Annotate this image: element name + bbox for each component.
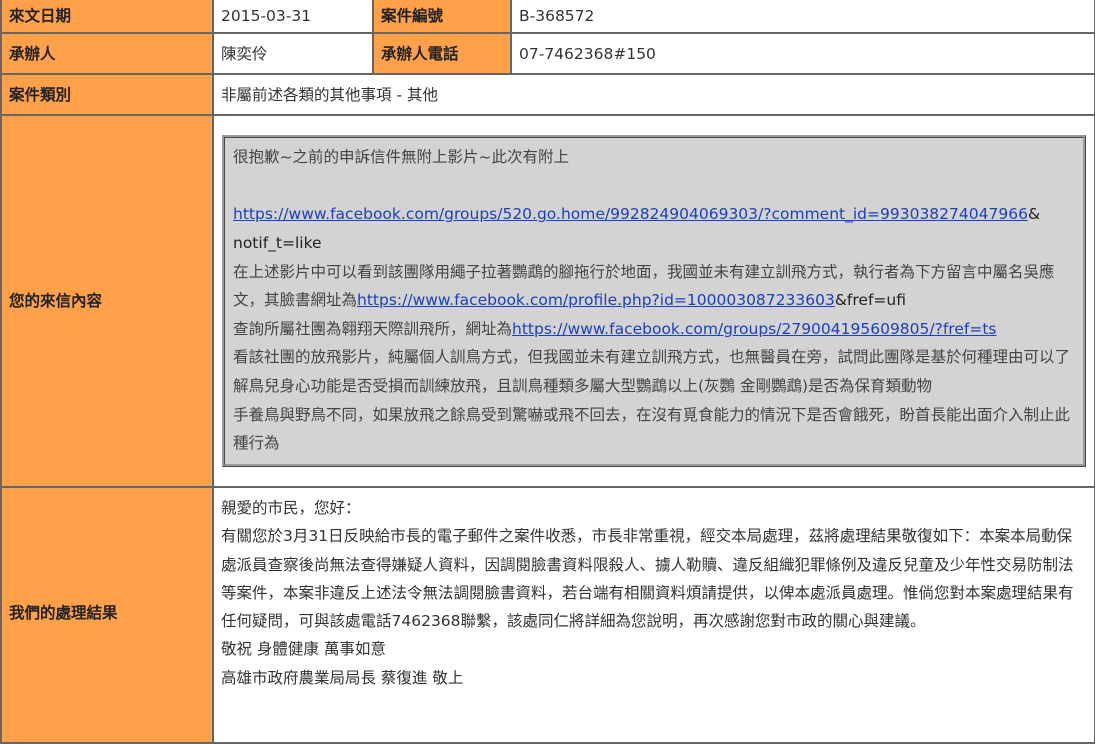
case-detail-table: 來文日期 2015-03-31 案件編號 B-368572 承辦人 陳奕伶 承辦… (0, 0, 1095, 744)
facebook-group-link[interactable]: https://www.facebook.com/groups/27900419… (512, 320, 996, 338)
case-number-value: B-368572 (512, 0, 1094, 32)
result-greeting: 親愛的市民，您好： (221, 499, 361, 517)
row-category: 案件類別 非屬前述各類的其他事項 - 其他 (2, 75, 1094, 114)
result-content: 親愛的市民，您好： 有關您於3月31日反映給市長的電子郵件之案件收悉，市長非常重… (221, 488, 1087, 692)
letter-blank-line (233, 172, 1075, 201)
date-label: 來文日期 (2, 0, 212, 32)
handler-label: 承辦人 (2, 34, 212, 73)
handler-phone-label: 承辦人電話 (374, 34, 510, 73)
result-closing: 敬祝 身體健康 萬事如意 (221, 640, 386, 659)
letter-paragraph-2: 查詢所屬社團為翱翔天際訓飛所，網址為https://www.facebook.c… (233, 315, 1075, 344)
letter-content-box: 很抱歉~之前的申訴信件無附上影片~此次有附上 https://www.faceb… (222, 135, 1086, 467)
facebook-profile-link[interactable]: https://www.facebook.com/profile.php?id=… (357, 291, 835, 309)
category-value: 非屬前述各類的其他事項 - 其他 (214, 75, 1094, 114)
row-result: 我們的處理結果 親愛的市民，您好： 有關您於3月31日反映給市長的電子郵件之案件… (2, 488, 1094, 742)
handler-phone-value: 07-7462368#150 (512, 34, 1094, 73)
row-letter: 您的來信內容 很抱歉~之前的申訴信件無附上影片~此次有附上 https://ww… (2, 116, 1094, 486)
row-date-caseno: 來文日期 2015-03-31 案件編號 B-368572 (2, 0, 1094, 32)
date-value: 2015-03-31 (214, 0, 372, 32)
link2-suffix: &fref=ufi (834, 291, 906, 310)
case-number-label: 案件編號 (374, 0, 510, 32)
letter-line-apology: 很抱歉~之前的申訴信件無附上影片~此次有附上 (233, 148, 569, 167)
result-body: 有關您於3月31日反映給市長的電子郵件之案件收悉，市長非常重視，經交本局處理，茲… (221, 527, 1074, 631)
category-label: 案件類別 (2, 75, 212, 114)
letter-label: 您的來信內容 (2, 116, 212, 486)
letter-paragraph-1: 在上述影片中可以看到該團隊用繩子拉著鸚鵡的腳拖行於地面，我國並未有建立訓飛方式，… (233, 258, 1075, 315)
result-cell: 親愛的市民，您好： 有關您於3月31日反映給市長的電子郵件之案件收悉，市長非常重… (214, 488, 1094, 742)
paragraph-2-text: 查詢所屬社團為翱翔天際訓飛所，網址為 (233, 319, 513, 338)
handler-value: 陳奕伶 (214, 34, 372, 73)
link1-suffix: & (1027, 205, 1041, 224)
facebook-video-link[interactable]: https://www.facebook.com/groups/520.go.h… (233, 205, 1028, 223)
letter-link-line: https://www.facebook.com/groups/520.go.h… (233, 200, 1075, 229)
letter-paragraph-3: 看該社團的放飛影片，純屬個人訓鳥方式，但我國並未有建立訓飛方式，也無醫員在旁，試… (233, 348, 1071, 395)
result-label: 我們的處理結果 (2, 488, 212, 742)
row-handler: 承辦人 陳奕伶 承辦人電話 07-7462368#150 (2, 34, 1094, 73)
result-signature: 高雄市政府農業局局長 蔡復進 敬上 (221, 668, 464, 687)
letter-line-notif: notif_t=like (233, 234, 322, 253)
letter-cell: 很抱歉~之前的申訴信件無附上影片~此次有附上 https://www.faceb… (214, 116, 1094, 486)
letter-paragraph-4: 手養鳥與野鳥不同，如果放飛之餘鳥受到驚嚇或飛不回去，在沒有覓食能力的情況下是否會… (233, 405, 1071, 453)
